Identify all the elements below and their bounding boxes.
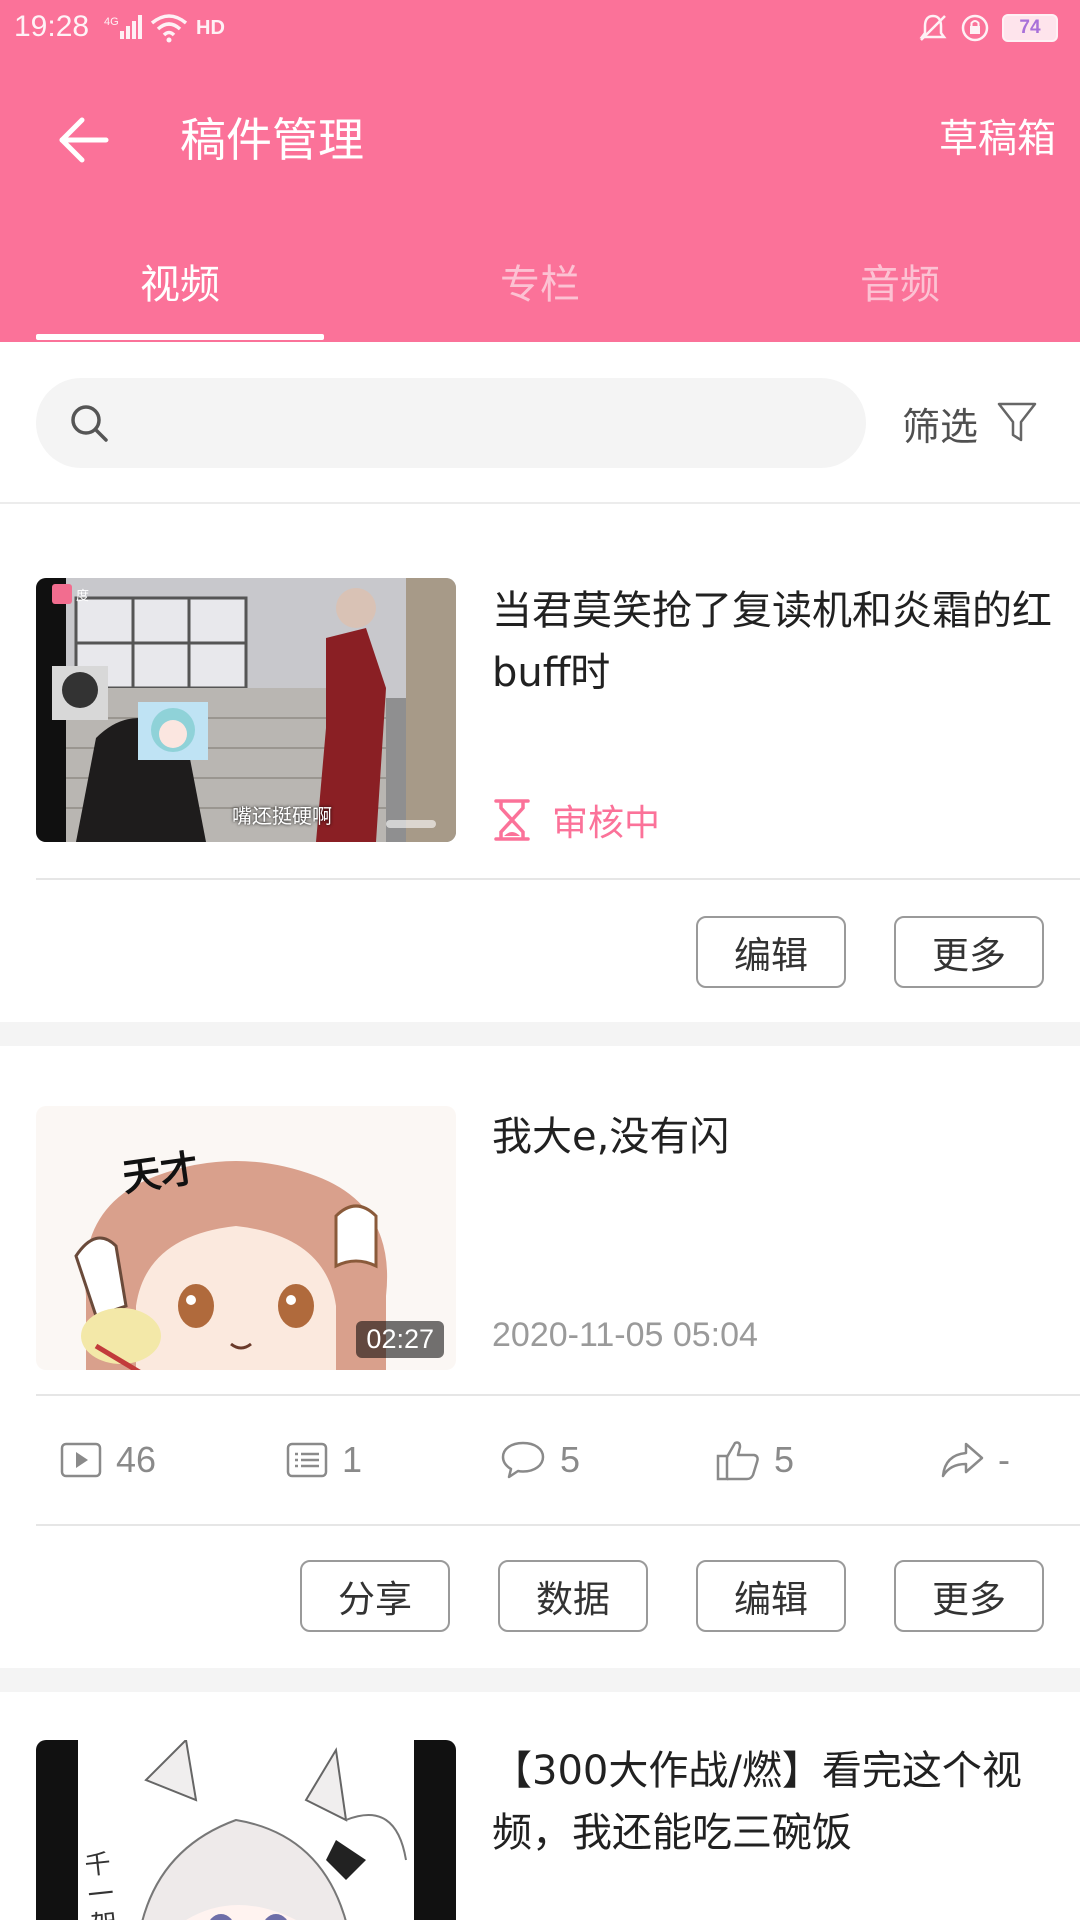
svg-text:4G: 4G (104, 16, 119, 28)
comment-count-value: 5 (560, 1439, 581, 1480)
bell-muted-icon (919, 14, 947, 41)
video-card: 千一架 【300大作战/燃】看完这个视频，我还能吃三碗饭 (0, 1692, 1080, 1920)
video-stats: 46 1 5 5 - (0, 1396, 1080, 1524)
hd-badge: HD (196, 16, 225, 39)
danmaku-count: 1 (286, 1396, 362, 1524)
active-tab-indicator (36, 334, 324, 340)
card-divider (36, 1524, 1080, 1526)
like-count: 5 (716, 1396, 794, 1524)
svg-text:度: 度 (76, 588, 89, 604)
status-time: 19:28 (14, 10, 90, 43)
battery-indicator: 74 (1002, 14, 1058, 42)
data-button[interactable]: 数据 (498, 1560, 648, 1632)
share-count-value: - (998, 1439, 1010, 1480)
play-icon (60, 1442, 102, 1478)
tab-video[interactable]: 视频 (36, 250, 324, 342)
status-bar: 19:28 4G HD 74 (0, 0, 1080, 56)
search-icon (71, 405, 108, 442)
share-arrow-icon (941, 1442, 984, 1478)
drafts-button[interactable]: 草稿箱 (939, 112, 1056, 168)
danmaku-icon (286, 1442, 328, 1478)
video-thumbnail[interactable]: 度 嘴还挺硬啊 (36, 578, 456, 842)
play-count-value: 46 (116, 1439, 157, 1480)
search-row: 筛选 (0, 342, 1080, 504)
wifi-icon (150, 14, 188, 43)
comment-icon (501, 1441, 545, 1479)
like-count-value: 5 (774, 1439, 795, 1480)
filter-label: 筛选 (902, 404, 979, 449)
filter-button[interactable]: 筛选 (902, 378, 1038, 468)
video-duration: 02:27 (356, 1321, 444, 1358)
page-title: 稿件管理 (180, 113, 364, 167)
danmaku-count-value: 1 (342, 1439, 363, 1480)
share-count: - (940, 1396, 1010, 1524)
video-card: 天才 02:27 我大e,没有闪 2020-11-05 05:04 46 1 5… (0, 1046, 1080, 1668)
edit-button[interactable]: 编辑 (696, 1560, 846, 1632)
rotation-lock-icon (961, 14, 989, 42)
app-header: 19:28 4G HD 74 稿件管理 草稿箱 视频 专栏 音频 (0, 0, 1080, 342)
review-status: 审核中 (492, 794, 660, 846)
video-thumbnail[interactable]: 千一架 (36, 1740, 456, 1920)
filter-funnel-icon (997, 402, 1037, 442)
tab-audio[interactable]: 音频 (756, 250, 1044, 342)
card-divider (36, 878, 1080, 880)
video-title[interactable]: 当君莫笑抢了复读机和炎霜的红buff时 (492, 580, 1052, 704)
signal-icon: 4G (104, 15, 142, 39)
status-icons-left: 4G HD (104, 10, 225, 46)
card-separator (0, 1668, 1080, 1692)
status-icons-right: 74 (918, 10, 1058, 46)
video-title[interactable]: 【300大作战/燃】看完这个视频，我还能吃三碗饭 (492, 1740, 1052, 1864)
back-arrow-icon[interactable] (54, 110, 114, 170)
review-status-label: 审核中 (552, 803, 661, 844)
thumbnail-caption: 嘴还挺硬啊 (232, 804, 332, 828)
search-input[interactable] (36, 378, 866, 468)
video-thumbnail[interactable]: 天才 02:27 (36, 1106, 456, 1370)
hourglass-icon (494, 799, 530, 841)
comment-count: 5 (500, 1396, 580, 1524)
share-button[interactable]: 分享 (300, 1560, 450, 1632)
tab-column[interactable]: 专栏 (396, 250, 684, 342)
thumbs-up-icon (716, 1441, 759, 1481)
edit-button[interactable]: 编辑 (696, 916, 846, 988)
card-separator (0, 1022, 1080, 1046)
thumbnail-caption: 天才 (119, 1145, 202, 1201)
play-count: 46 (60, 1396, 156, 1524)
tab-bar: 视频 专栏 音频 (0, 250, 1080, 342)
video-title[interactable]: 我大e,没有闪 (492, 1106, 1052, 1168)
more-button[interactable]: 更多 (894, 916, 1044, 988)
more-button[interactable]: 更多 (894, 1560, 1044, 1632)
video-card: 度 嘴还挺硬啊 当君莫笑抢了复读机和炎霜的红buff时 审核中 编辑 更多 (0, 506, 1080, 1022)
publish-date: 2020-11-05 05:04 (492, 1316, 758, 1354)
